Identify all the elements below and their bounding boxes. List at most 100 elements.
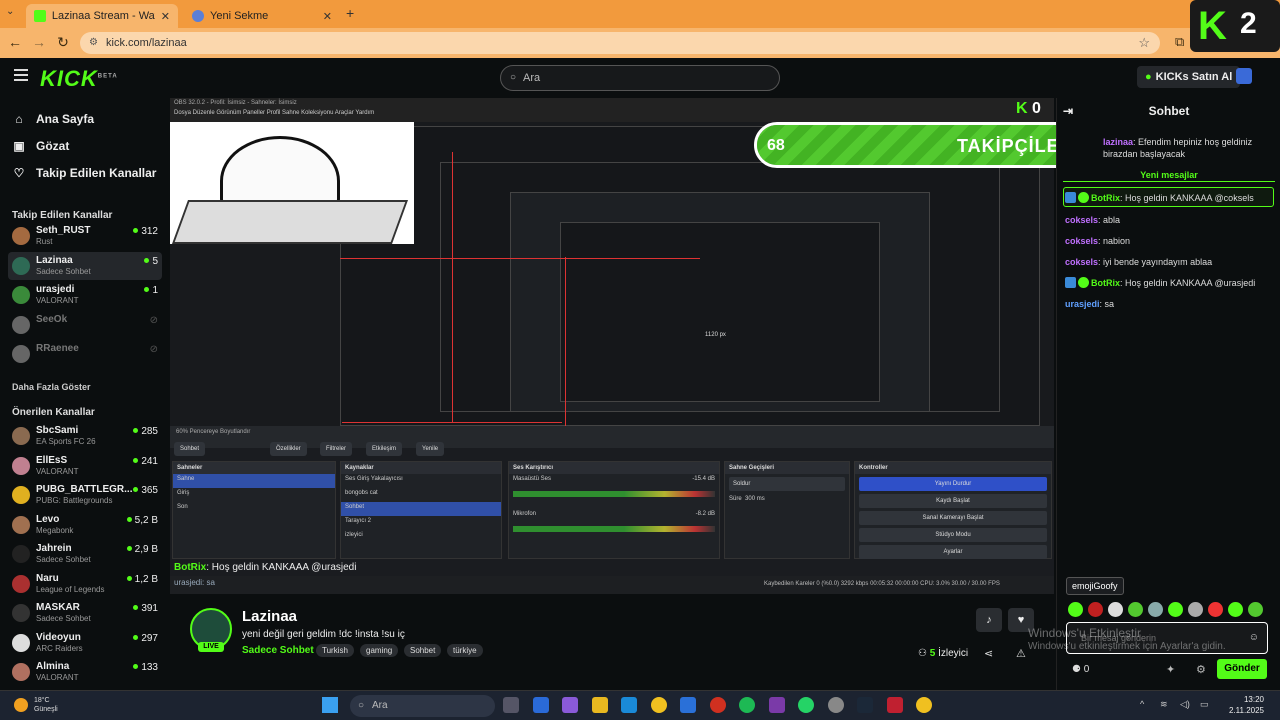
- channel-item[interactable]: SeeOk ⊘: [8, 311, 162, 339]
- back-icon[interactable]: ←: [6, 34, 24, 50]
- battery-icon[interactable]: ▭: [1200, 699, 1209, 710]
- channel-item[interactable]: PUBG_BATTLEGR... PUBG: Battlegrounds 365: [8, 481, 162, 509]
- close-tab-icon[interactable]: ✕: [161, 10, 170, 23]
- emote-icon[interactable]: [1188, 602, 1203, 617]
- emote-icon[interactable]: [1228, 602, 1243, 617]
- emote-icon[interactable]: [1108, 602, 1123, 617]
- site-info-icon[interactable]: ⚙: [89, 32, 98, 54]
- buy-kicks-button[interactable]: ● KICKs Satın Al: [1137, 66, 1241, 88]
- channel-item[interactable]: Lazinaa Sadece Sohbet 5: [8, 251, 162, 280]
- video-player[interactable]: OBS 32.0.2 - Profil: İsimsiz - Sahneler:…: [170, 98, 1054, 594]
- gift-icon[interactable]: ✦: [1166, 663, 1175, 676]
- task-view-icon[interactable]: [503, 697, 519, 713]
- stream-category[interactable]: Sadece Sohbet: [242, 645, 314, 656]
- streamer-name[interactable]: Lazinaa: [242, 608, 297, 625]
- chat-username[interactable]: BotRix: [1091, 193, 1120, 203]
- steam-icon[interactable]: [857, 697, 873, 713]
- nav-browse[interactable]: ▣ Gözat: [12, 137, 69, 155]
- kick-logo[interactable]: KICKBETA: [40, 66, 118, 92]
- emote-icon[interactable]: [1068, 602, 1083, 617]
- report-icon[interactable]: ⚠: [1016, 647, 1026, 660]
- chat-settings-icon[interactable]: ⚙: [1196, 663, 1206, 676]
- new-tab-button[interactable]: +: [346, 5, 354, 21]
- channel-item[interactable]: Seth_RUST Rust 312: [8, 222, 162, 250]
- windows-taskbar: 18°C Güneşli ○ Ara ^ ≋ ◁) ▭ 13:20 2.11.202…: [0, 690, 1280, 720]
- user-avatar[interactable]: [1236, 68, 1252, 84]
- nav-following[interactable]: ♡ Takip Edilen Kanallar: [12, 164, 157, 182]
- chrome-icon[interactable]: [916, 697, 932, 713]
- emote-icon[interactable]: [1088, 602, 1103, 617]
- chrome-icon[interactable]: [650, 697, 667, 713]
- channel-item[interactable]: RRaenee ⊘: [8, 340, 162, 368]
- extensions-icon[interactable]: ⧉: [1175, 34, 1184, 50]
- chat-username[interactable]: coksels: [1065, 236, 1098, 246]
- channel-item[interactable]: MASKAR Sadece Sohbet 391: [8, 599, 162, 627]
- store-icon[interactable]: [680, 697, 696, 713]
- channel-item[interactable]: Levo Megabonk 5,2 B: [8, 511, 162, 539]
- obs-control-button: Stüdyo Modu: [859, 528, 1047, 542]
- emote-icon[interactable]: [1248, 602, 1263, 617]
- menu-icon[interactable]: [14, 69, 28, 81]
- obs-icon[interactable]: [827, 697, 844, 713]
- show-more-button[interactable]: Daha Fazla Göster: [12, 382, 91, 392]
- opera-icon[interactable]: [709, 697, 726, 713]
- weather-widget[interactable]: 18°C Güneşli: [14, 696, 58, 714]
- tag[interactable]: türkiye: [447, 644, 483, 657]
- url-field[interactable]: ⚙ kick.com/lazinaa ☆: [80, 32, 1160, 54]
- channel-item[interactable]: Almina VALORANT 133: [8, 658, 162, 686]
- emote-icon[interactable]: [1168, 602, 1183, 617]
- chat-username[interactable]: BotRix: [1091, 278, 1120, 288]
- chat-username[interactable]: urasjedi: [1065, 299, 1100, 309]
- forward-icon[interactable]: →: [30, 34, 48, 50]
- emoji-icon[interactable]: ☺: [1249, 632, 1259, 643]
- tray-chevron-icon[interactable]: ^: [1140, 699, 1144, 709]
- offline-icon: ⊘: [149, 344, 158, 355]
- channel-name: Levo: [36, 513, 60, 525]
- search-input[interactable]: ○ Ara: [500, 65, 780, 91]
- chat-username[interactable]: coksels: [1065, 257, 1098, 267]
- tab-lazinaa-stream[interactable]: Lazinaa Stream - Watch Live ✕: [26, 4, 178, 28]
- tag[interactable]: Turkish: [316, 644, 354, 657]
- emote-icon[interactable]: [1148, 602, 1163, 617]
- copilot-icon[interactable]: [532, 697, 549, 713]
- nav-home[interactable]: ⌂ Ana Sayfa: [12, 110, 94, 128]
- chat-username[interactable]: coksels: [1065, 215, 1098, 225]
- chat-message: BotRix: Hoş geldin KANKAAA @coksels: [1065, 192, 1277, 204]
- obs-control-button: Sanal Kamerayı Başlat: [859, 511, 1047, 525]
- share-icon[interactable]: ⋖: [984, 647, 993, 660]
- windows-start-icon[interactable]: [322, 697, 338, 713]
- widgets-icon[interactable]: [562, 697, 578, 713]
- follower-count: 68: [767, 137, 785, 154]
- channel-points[interactable]: ⚈ 0: [1072, 664, 1089, 675]
- channel-item[interactable]: Jahrein Sadece Sohbet 2,9 B: [8, 540, 162, 568]
- bookmark-star-icon[interactable]: ☆: [1138, 32, 1150, 54]
- tag[interactable]: gaming: [360, 644, 399, 657]
- channel-item[interactable]: Videoyun ARC Raiders 297: [8, 629, 162, 657]
- app-icon[interactable]: [886, 697, 903, 713]
- notepad-icon[interactable]: [768, 697, 785, 713]
- wifi-icon[interactable]: ≋: [1160, 699, 1168, 710]
- spotify-icon[interactable]: [739, 697, 755, 713]
- emote-icon[interactable]: [1208, 602, 1223, 617]
- volume-icon[interactable]: ◁): [1180, 699, 1190, 710]
- tab-search-icon[interactable]: ⌄: [6, 6, 14, 17]
- channel-item[interactable]: Naru League of Legends 1,2 B: [8, 570, 162, 598]
- tab-yeni-sekme[interactable]: Yeni Sekme ✕: [184, 4, 340, 28]
- reload-icon[interactable]: ↻: [54, 34, 72, 51]
- notification-bell-icon[interactable]: ♪: [976, 608, 1002, 632]
- whatsapp-icon[interactable]: [798, 697, 814, 713]
- file-explorer-icon[interactable]: [591, 697, 608, 713]
- collapse-chat-icon[interactable]: ⇥: [1063, 104, 1073, 118]
- channel-item[interactable]: SbcSami EA Sports FC 26 285: [8, 422, 162, 450]
- channel-viewers: 5,2 B: [127, 515, 158, 526]
- channel-item[interactable]: urasjedi VALORANT 1: [8, 281, 162, 309]
- channel-item[interactable]: EllEsS VALORANT 241: [8, 452, 162, 480]
- send-button[interactable]: Gönder: [1217, 659, 1267, 679]
- edge-icon[interactable]: [621, 697, 637, 713]
- tag[interactable]: Sohbet: [404, 644, 442, 657]
- close-tab-icon[interactable]: ✕: [323, 10, 332, 23]
- taskbar-clock[interactable]: 13:20 2.11.2025: [1220, 694, 1264, 716]
- taskbar-search[interactable]: ○ Ara: [350, 695, 495, 717]
- emote-icon[interactable]: [1128, 602, 1143, 617]
- sun-icon: [14, 698, 28, 712]
